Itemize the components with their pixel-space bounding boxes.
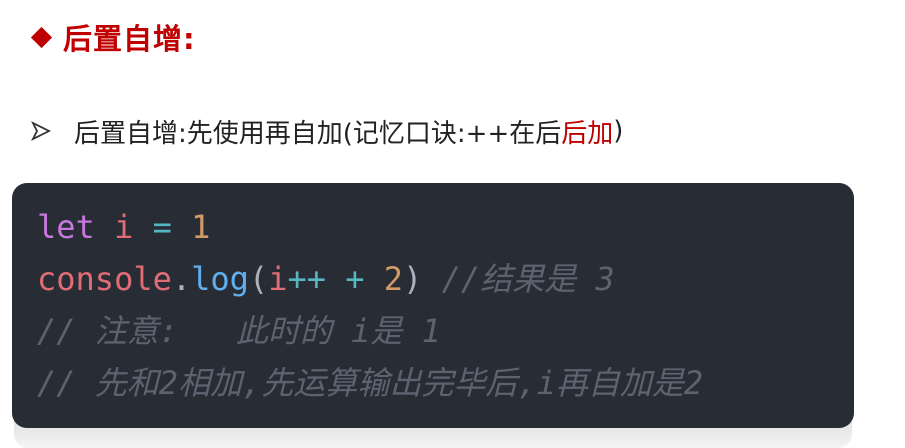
code-line-1: let i = 1 xyxy=(37,201,854,253)
diamond-bullet-icon xyxy=(30,26,53,48)
code-dot: . xyxy=(171,260,192,298)
code-operator-increment: ++ xyxy=(287,260,326,298)
arrowhead-bullet-icon xyxy=(30,120,52,142)
code-line-3: // 注意: 此时的 i是 1 xyxy=(37,305,854,357)
code-comment: // 注意: 此时的 i是 1 xyxy=(37,312,441,350)
bullet-text: 后置自增:先使用再自加(记忆口诀:++在后 xyxy=(74,118,562,149)
code-line-2: console.log(i++ + 2) //结果是 3 xyxy=(37,253,854,305)
code-operator: = xyxy=(152,208,172,246)
code-keyword: let xyxy=(37,208,95,246)
code-function: log xyxy=(191,260,249,298)
code-variable: i xyxy=(114,208,134,246)
code-variable: i xyxy=(268,260,288,298)
code-operator-plus: + xyxy=(345,260,365,298)
code-paren-open: ( xyxy=(248,260,269,298)
section-title: 后置自增: xyxy=(63,22,196,56)
code-number: 2 xyxy=(383,260,404,298)
bullet-highlight: 后加 xyxy=(561,118,614,149)
code-number: 1 xyxy=(191,208,211,246)
bullet-text-end: ) xyxy=(613,116,624,146)
code-comment: //结果是 3 xyxy=(441,260,615,298)
code-block: let i = 1 console.log(i++ + 2) //结果是 3 /… xyxy=(12,183,854,428)
code-paren-close: ) xyxy=(403,260,423,298)
code-line-4: // 先和2相加,先运算输出完毕后,i再自加是2 xyxy=(37,357,854,409)
code-object: console xyxy=(37,260,172,298)
section-heading: 后置自增: xyxy=(30,14,196,60)
bullet-point: 后置自增:先使用再自加(记忆口诀:++在后 后加) xyxy=(30,108,623,154)
code-comment: // 先和2相加,先运算输出完毕后,i再自加是2 xyxy=(37,364,704,402)
